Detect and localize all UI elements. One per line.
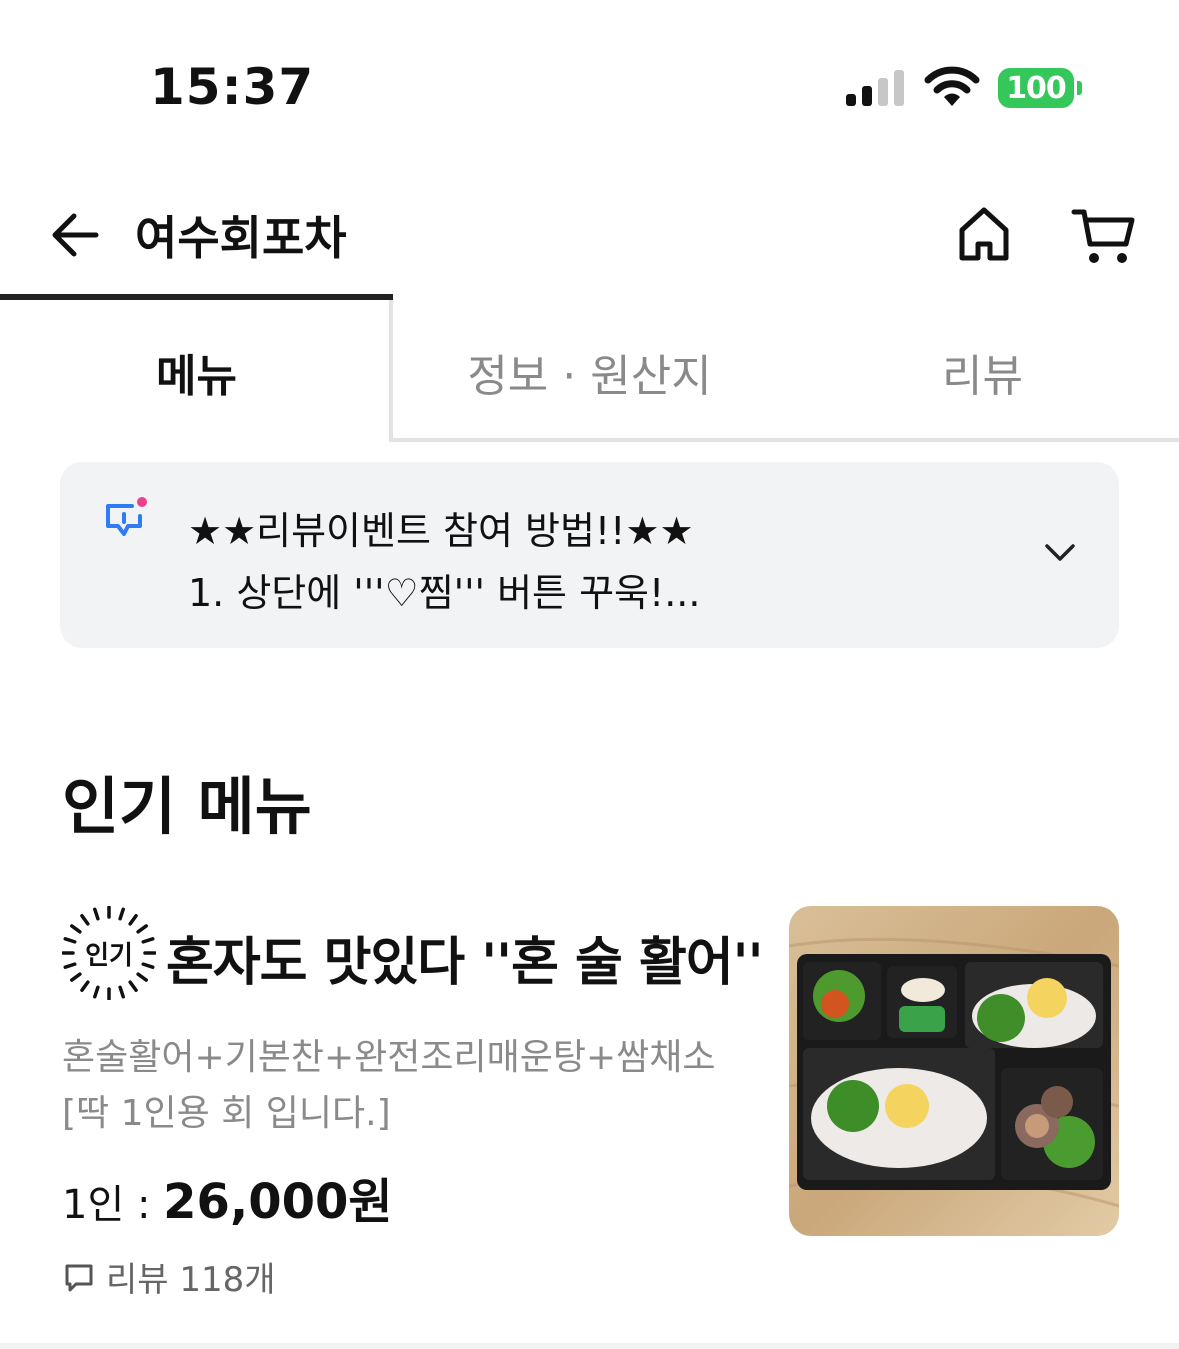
menu-item-description: 혼술활어+기본찬+완전조리매운탕+쌈채소 [딱 1인용 회 입니다.] [62,1037,716,1134]
battery-level: 100 [998,68,1074,108]
section-title: 인기 메뉴 [62,770,312,843]
tab-bar: 메뉴 정보 · 원산지 리뷰 [0,294,1179,442]
sashimi-lunchbox-photo[interactable] [789,906,1119,1236]
cellular-signal-icon [846,70,906,106]
review-count-text: 리뷰 118개 [106,1260,276,1300]
notice-title: ★★리뷰이벤트 참여 방법!!★★ [188,509,694,553]
active-tab-indicator [0,294,393,300]
price-label: 1인 : [62,1182,164,1228]
menu-item-price: 1인 : 26,000원 [62,1162,393,1232]
chevron-down-icon[interactable] [1044,542,1076,564]
cart-icon[interactable] [1070,204,1136,266]
section-divider [0,1343,1179,1349]
wifi-icon [924,66,980,106]
popular-badge: 인기 [61,905,157,1001]
announcement-icon [106,497,147,536]
notice-preview: 1. 상단에 '''♡찜''' 버튼 꾸욱!... [188,571,701,615]
store-title: 여수회포차 [135,211,347,265]
popular-badge-label: 인기 [85,940,133,971]
battery-icon: 100 [998,68,1084,108]
back-arrow-icon[interactable] [48,208,102,262]
home-icon[interactable] [954,204,1014,264]
notice-banner[interactable]: ★★리뷰이벤트 참여 방법!!★★ 1. 상단에 '''♡찜''' 버튼 꾸욱!… [60,462,1119,648]
tab-info-origin[interactable]: 정보 · 원산지 [393,340,786,404]
tab-reviews[interactable]: 리뷰 [786,340,1179,404]
tab-menu[interactable]: 메뉴 [0,340,393,404]
price-value: 26,000원 [163,1174,393,1230]
status-time: 15:37 [150,58,315,116]
review-count[interactable]: 리뷰 118개 [62,1252,276,1301]
review-bubble-icon [65,1264,93,1291]
menu-item-name[interactable]: 혼자도 맛있다 ''혼 술 활어'' [166,920,763,995]
